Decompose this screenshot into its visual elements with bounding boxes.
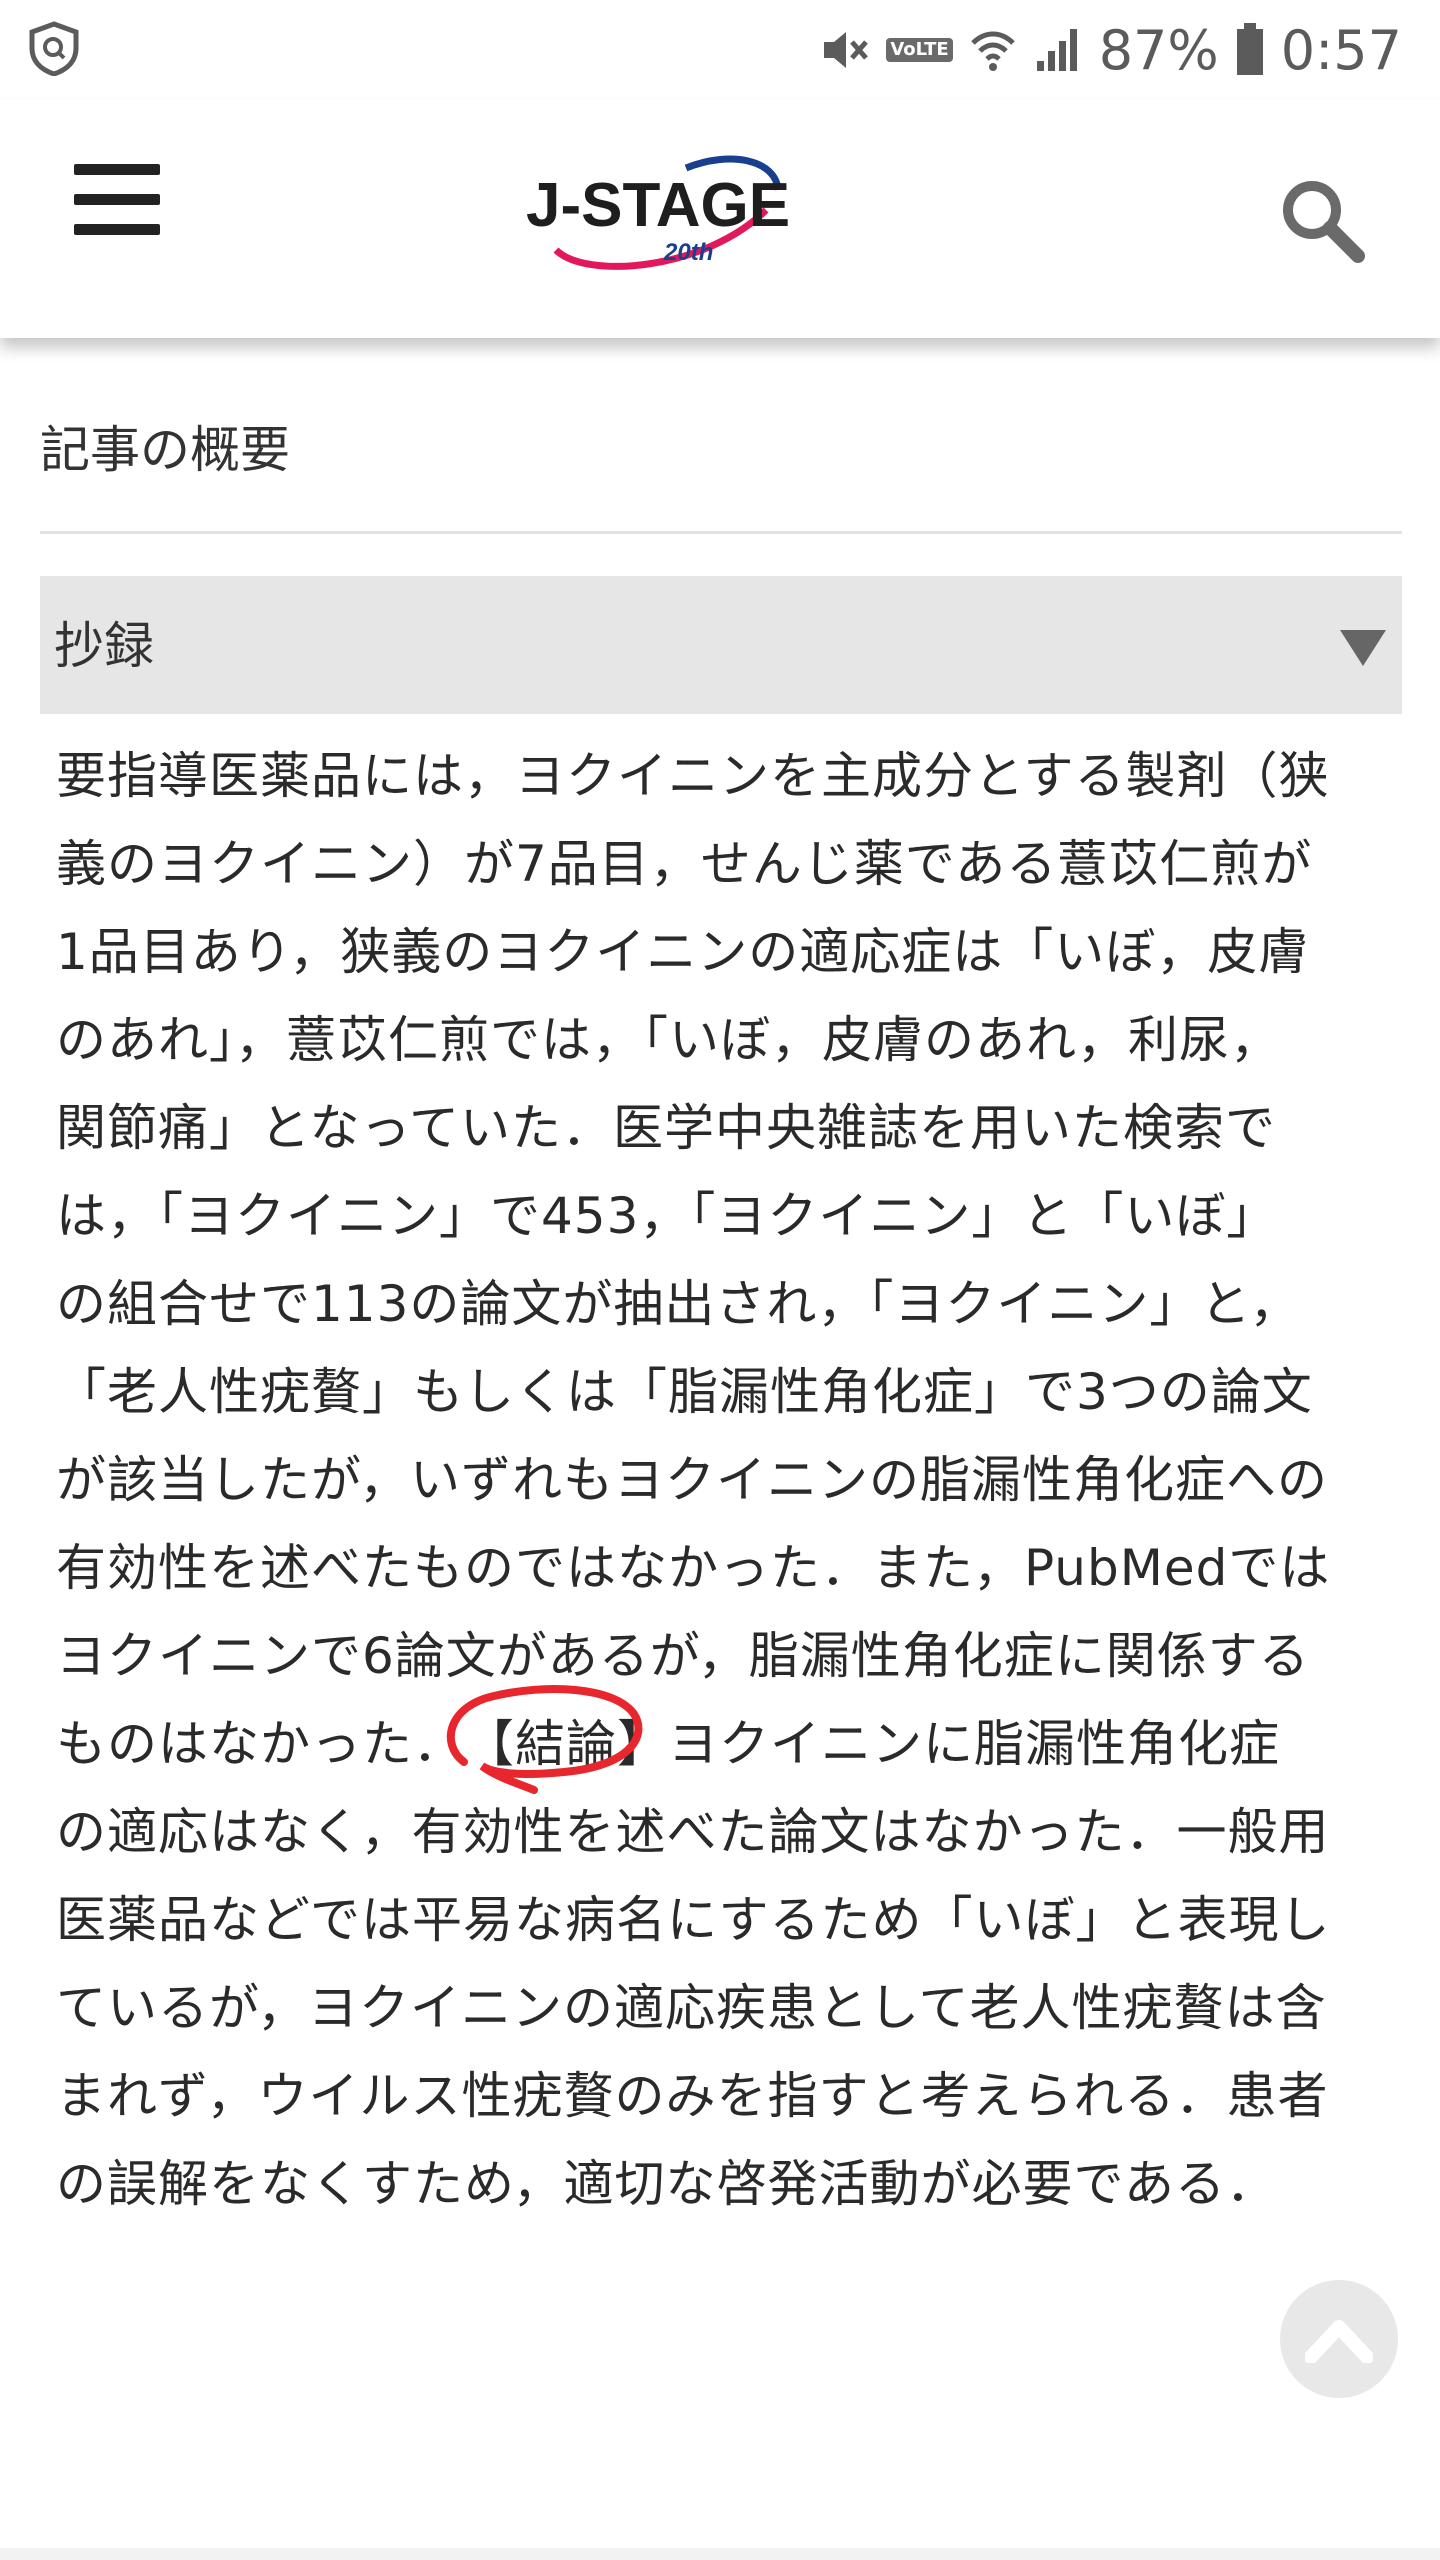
abstract-line: が該当したが，いずれもヨクイニンの脂漏性角化症への <box>56 1451 1328 1509</box>
abstract-line: ヨクイニンで6論文があるが，脂漏性角化症に関係する <box>56 1627 1310 1685</box>
bottom-edge <box>0 2548 1440 2560</box>
battery-icon <box>1236 23 1263 75</box>
wifi-icon <box>970 31 1015 71</box>
red-circle-annotation <box>446 1685 643 1794</box>
abstract-text: 甘湯エキスはイボを適応症としていた．一般用医薬品・ 要指導医薬品には，ヨクイニン… <box>40 708 1410 2268</box>
abstract-line: まれず，ウイルス性疣贅のみを指すと考えられる．患者 <box>56 2067 1329 2125</box>
abstract-line: のあれ」，薏苡仁煎では，「いぼ，皮膚のあれ，利尿， <box>56 1011 1281 1069</box>
abstract-line: 義のヨクイニン）が7品目，せんじ薬である薏苡仁煎が <box>56 835 1313 893</box>
battery-percent: 87% <box>1098 18 1219 82</box>
shield-icon <box>29 21 79 76</box>
abstract-line: 関節痛」となっていた．医学中央雑誌を用いた検索で <box>56 1099 1276 1157</box>
scroll-to-top-button[interactable] <box>1280 2280 1398 2398</box>
section-title: 記事の概要 <box>40 421 290 479</box>
status-bar: VoLTE 87% 0:57 <box>0 0 1440 100</box>
abstract-line: ているが，ヨクイニンの適応疾患として老人性疣贅は含 <box>56 1979 1327 2037</box>
app-header: J-STAGE 20th <box>0 100 1440 338</box>
logo-sub: 20th <box>663 239 713 266</box>
chevron-up-icon <box>1305 2320 1373 2363</box>
logo-text: J-STAGE <box>526 171 790 240</box>
abstract-line: は，「ヨクイニン」で453，「ヨクイニン」と「いぼ」 <box>56 1187 1278 1245</box>
abstract-line: 要指導医薬品には，ヨクイニンを主成分とする製剤（狭 <box>56 747 1330 805</box>
abstract-line: の誤解をなくすため，適切な啓発活動が必要である． <box>56 2155 1277 2213</box>
line-text-before: ものはなかった． <box>56 1715 464 1773</box>
abstract-body: 要指導医薬品には，ヨクイニンを主成分とする製剤（狭 義のヨクイニン）が7品目，せ… <box>40 732 1410 2228</box>
status-icons: VoLTE 87% 0:57 <box>818 16 1402 84</box>
abstract-line: 1品目あり，狭義のヨクイニンの適応症は「いぼ，皮膚 <box>56 923 1310 981</box>
abstract-line: 「老人性疣贅」もしくは「脂漏性角化症」で3つの論文 <box>56 1363 1313 1421</box>
signal-icon <box>1036 29 1077 71</box>
abstract-accordion[interactable]: 抄録 <box>40 576 1402 714</box>
clock: 0:57 <box>1280 18 1402 82</box>
abstract-line-with-highlight: ものはなかった．【結論】 ヨクイニンに脂漏性角化症 <box>56 1685 1410 1794</box>
abstract-line: の適応はなく，有効性を述べた論文はなかった．一般用 <box>56 1803 1330 1861</box>
hamburger-menu-icon[interactable] <box>74 160 162 240</box>
line-text-after: ヨクイニンに脂漏性角化症 <box>668 1715 1280 1773</box>
triangle-down-icon <box>1340 630 1386 666</box>
accordion-label: 抄録 <box>54 617 154 675</box>
divider <box>40 531 1402 534</box>
volte-icon: VoLTE <box>886 38 953 62</box>
jstage-logo[interactable]: J-STAGE 20th <box>516 150 806 280</box>
abstract-line: の組合せで113の論文が抽出され，「ヨクイニン」と， <box>56 1275 1301 1333</box>
conclusion-highlight: 【結論】 <box>446 1685 668 1794</box>
mute-icon <box>824 32 869 68</box>
abstract-line: 医薬品などでは平易な病名にするため「いぼ」と表現し <box>56 1891 1331 1949</box>
abstract-line: 有効性を述べたものではなかった．また，PubMedでは <box>56 1539 1331 1597</box>
search-icon[interactable] <box>1278 176 1366 264</box>
